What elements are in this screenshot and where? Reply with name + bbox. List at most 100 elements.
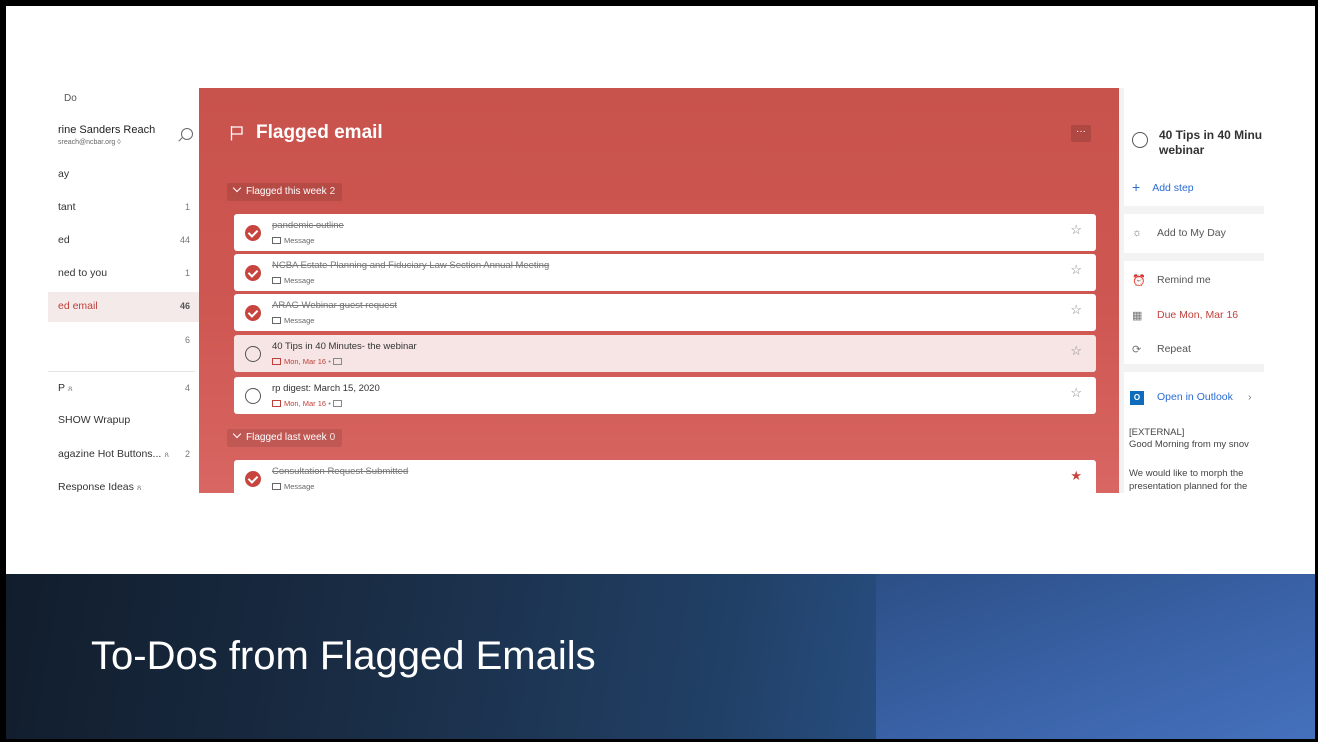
chevron-down-icon [232, 183, 242, 193]
completed-checkbox[interactable] [245, 305, 261, 321]
sidebar-item-count: 6 [184, 335, 190, 345]
completed-checkbox[interactable] [245, 265, 261, 281]
slide-title: To-Dos from Flagged Emails [91, 634, 596, 678]
group-flagged-last-week[interactable]: Flagged last week 0 [227, 429, 343, 447]
sidebar-item-response-ideas[interactable]: Response Ideas ጸ [48, 473, 205, 503]
add-step-button[interactable]: + Add step [1132, 179, 1194, 195]
sidebar-item-tasks[interactable]: 6 [48, 326, 205, 356]
sidebar-item-label: Response Ideas [58, 481, 134, 493]
separator-dot: • [328, 399, 331, 408]
sidebar-item-list-p[interactable]: Pጸ 4 [48, 374, 205, 404]
task-item[interactable]: NCBA Estate Planning and Fiduciary Law S… [234, 254, 1096, 291]
alarm-icon: ⏰ [1132, 275, 1146, 287]
sidebar-item-flagged-email[interactable]: ed email 46 [48, 292, 205, 322]
group-label: Flagged this week [246, 186, 327, 197]
completed-checkbox[interactable] [245, 471, 261, 487]
sidebar-item-label: ay [58, 168, 70, 180]
open-in-outlook-label: Open in Outlook [1157, 391, 1233, 403]
due-date-label: Due Mon, Mar 16 [1157, 309, 1239, 321]
star-icon[interactable]: ☆ [1070, 302, 1082, 318]
task-subtitle: Message [284, 276, 315, 285]
task-checkbox[interactable] [1132, 132, 1148, 148]
sidebar-item-count: 1 [184, 268, 190, 278]
star-icon[interactable]: ☆ [1070, 262, 1082, 278]
star-filled-icon[interactable]: ★ [1070, 468, 1082, 484]
task-title: Consultation Request Submitted [272, 466, 409, 477]
sidebar-item-label: ed [58, 234, 70, 246]
separator-dot: • [328, 357, 331, 366]
shared-icon: ጸ [164, 450, 170, 459]
sidebar-item-important[interactable]: tant 1 [48, 193, 205, 223]
chevron-right-icon: › [1248, 391, 1252, 403]
sidebar-item-assigned-to-you[interactable]: ned to you 1 [48, 259, 205, 289]
task-subtitle: Message [284, 482, 315, 491]
slide-banner: To-Dos from Flagged Emails [6, 574, 1315, 739]
detail-title[interactable]: 40 Tips in 40 Minu webinar [1159, 128, 1264, 158]
sidebar-item-label: SHOW Wrapup [58, 414, 131, 426]
task-title: ARAG Webinar guest request [272, 300, 397, 311]
sidebar-item-show-wrapup[interactable]: SHOW Wrapup [48, 406, 205, 436]
email-body-line: [EXTERNAL] [1129, 427, 1185, 438]
detail-pane: 40 Tips in 40 Minu webinar + Add step ☼ A… [1119, 88, 1264, 493]
flag-icon [230, 126, 243, 141]
shared-icon: ጸ [136, 483, 142, 492]
task-due-date: Mon, Mar 16 [284, 357, 327, 366]
calendar-icon [272, 358, 281, 365]
group-count: 0 [329, 432, 336, 443]
task-item[interactable]: ARAG Webinar guest request Message ☆ [234, 294, 1096, 331]
sidebar-item-label: agazine Hot Buttons... [58, 448, 162, 460]
user-name[interactable]: rine Sanders Reach [58, 124, 155, 136]
task-checkbox[interactable] [245, 388, 261, 404]
email-body-line: presentation planned for the [1129, 481, 1248, 492]
slide: Do rine Sanders Reach sreach@ncbar.org ◊… [6, 6, 1315, 739]
task-item-selected[interactable]: 40 Tips in 40 Minutes- the webinar Mon, … [234, 335, 1096, 372]
sidebar-item-label: ned to you [58, 267, 108, 279]
task-title: pandemic outline [272, 220, 344, 231]
email-section: O Open in Outlook › [EXTERNAL] Good Morn… [1124, 372, 1264, 493]
sidebar-item-count: 1 [184, 202, 190, 212]
more-options-button[interactable]: ··· [1071, 125, 1091, 142]
sidebar-item-label: tant [58, 201, 76, 213]
mail-icon [332, 358, 342, 365]
sun-icon: ☼ [1132, 227, 1143, 239]
add-to-my-day-label: Add to My Day [1157, 227, 1226, 239]
task-item[interactable]: rp digest: March 15, 2020 Mon, Mar 16 • … [234, 377, 1096, 414]
mail-icon [272, 277, 281, 284]
task-subtitle: Message [284, 236, 315, 245]
star-icon[interactable]: ☆ [1070, 222, 1082, 238]
completed-checkbox[interactable] [245, 225, 261, 241]
detail-header: 40 Tips in 40 Minu webinar + Add step [1124, 88, 1264, 206]
search-icon[interactable] [181, 128, 193, 140]
repeat-icon: ⟳ [1132, 344, 1142, 356]
repeat-label: Repeat [1157, 343, 1191, 355]
task-item[interactable]: Consultation Request Submitted Message ★ [234, 460, 1096, 497]
mail-icon [332, 400, 342, 407]
email-body-line: We would like to morph the [1129, 468, 1244, 479]
task-item[interactable]: pandemic outline Message ☆ [234, 214, 1096, 251]
star-icon[interactable]: ☆ [1070, 343, 1082, 359]
task-title: NCBA Estate Planning and Fiduciary Law S… [272, 260, 550, 271]
shared-icon: ጸ [68, 384, 73, 393]
task-subtitle: Message [284, 316, 315, 325]
sidebar-item-label: P [58, 382, 66, 394]
task-due-date: Mon, Mar 16 [284, 399, 327, 408]
add-step-label: Add step [1152, 182, 1194, 194]
app-title: Do [64, 93, 77, 104]
plus-icon: + [1132, 179, 1141, 195]
mail-icon [272, 317, 281, 324]
flagged-email-list: Flagged email ··· Flagged this week 2 pan… [199, 88, 1119, 497]
sidebar-item-planned[interactable]: ed 44 [48, 226, 205, 256]
group-flagged-this-week[interactable]: Flagged this week 2 [227, 183, 343, 201]
calendar-icon [272, 400, 281, 407]
email-body-line: Good Morning from my snov [1129, 439, 1249, 450]
user-email: sreach@ncbar.org ◊ [58, 139, 121, 146]
my-day-section: ☼ Add to My Day [1124, 214, 1264, 253]
star-icon[interactable]: ☆ [1070, 385, 1082, 401]
sidebar-item-count: 46 [179, 301, 190, 311]
task-checkbox[interactable] [245, 346, 261, 362]
mail-icon [272, 483, 281, 490]
sidebar-item-magazine-hot-buttons[interactable]: agazine Hot Buttons... ጸ 2 [48, 440, 205, 470]
remind-me-label: Remind me [1157, 274, 1211, 286]
outlook-icon: O [1130, 391, 1144, 405]
sidebar-item-my-day[interactable]: ay [48, 160, 205, 190]
